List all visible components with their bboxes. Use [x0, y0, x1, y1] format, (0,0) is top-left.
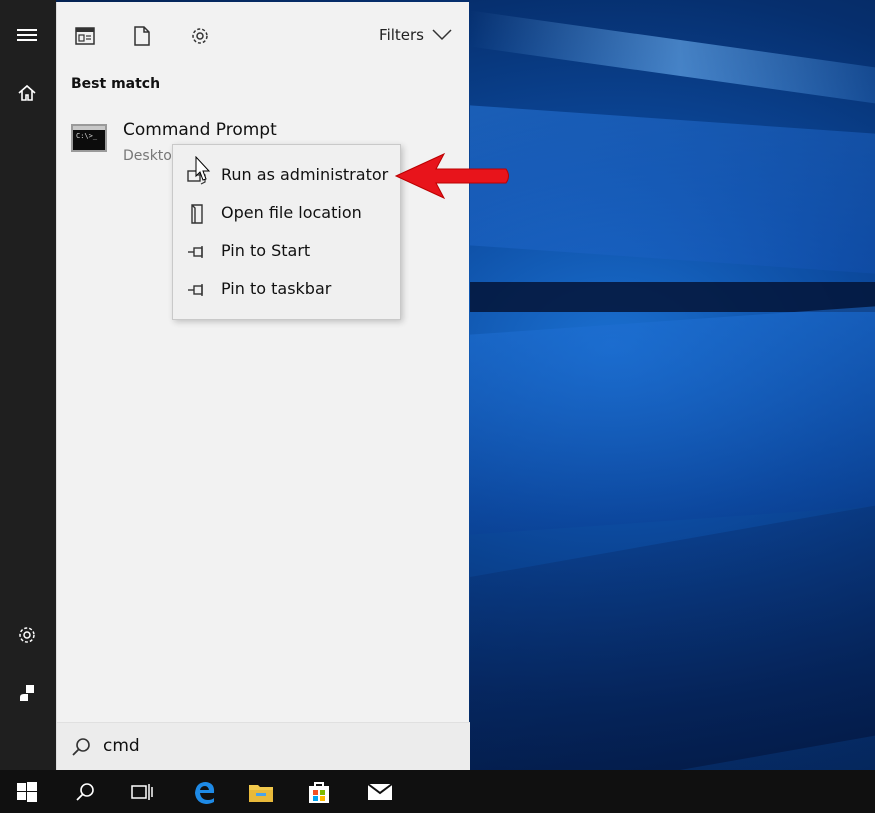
windows-start-icon[interactable] — [11, 776, 43, 808]
command-prompt-icon: C:\>_ — [71, 124, 107, 152]
mouse-cursor-icon — [195, 156, 211, 181]
user-icon[interactable] — [14, 680, 40, 706]
file-location-icon — [187, 204, 207, 224]
task-view-icon[interactable] — [126, 776, 158, 808]
store-icon[interactable] — [303, 776, 335, 808]
search-panel: Filters Best match C:\>_ Command Prompt … — [56, 2, 470, 770]
search-icon[interactable] — [69, 776, 101, 808]
result-subtitle: Deskto — [123, 148, 172, 164]
wallpaper-light-beam — [470, 305, 875, 535]
hamburger-icon[interactable] — [14, 22, 40, 48]
result-title: Command Prompt — [123, 120, 277, 140]
menu-item-label: Run as administrator — [221, 165, 389, 184]
home-icon[interactable] — [14, 80, 40, 106]
document-icon[interactable] — [130, 24, 154, 48]
wallpaper-light-beam — [470, 10, 875, 106]
edge-icon[interactable] — [188, 776, 220, 808]
pin-icon — [187, 280, 207, 300]
menu-item-pin-to-start[interactable]: Pin to Start — [173, 233, 400, 269]
wallpaper-light-beam — [470, 502, 875, 770]
annotation-arrow-icon — [394, 152, 509, 200]
menu-item-pin-to-taskbar[interactable]: Pin to taskbar — [173, 271, 400, 307]
wallpaper-light-beam — [470, 105, 875, 275]
mail-icon[interactable] — [364, 776, 396, 808]
search-input[interactable]: cmd — [103, 736, 140, 756]
search-icon — [71, 737, 91, 757]
chevron-down-icon — [432, 29, 452, 41]
menu-item-label: Pin to taskbar — [221, 279, 332, 298]
menu-item-label: Pin to Start — [221, 241, 311, 260]
start-rail — [0, 0, 56, 770]
file-explorer-icon[interactable] — [245, 776, 277, 808]
section-heading: Best match — [71, 76, 161, 92]
taskbar — [0, 770, 875, 813]
panel-toolbar: Filters — [57, 2, 470, 66]
wallpaper-light-beam — [470, 282, 875, 312]
settings-icon[interactable] — [188, 24, 212, 48]
pin-icon — [187, 242, 207, 262]
menu-item-label: Open file location — [221, 203, 362, 222]
apps-icon[interactable] — [73, 24, 97, 48]
filters-button[interactable]: Filters — [379, 26, 452, 44]
filters-label: Filters — [379, 26, 424, 44]
settings-icon[interactable] — [14, 622, 40, 648]
menu-item-open-file-location[interactable]: Open file location — [173, 195, 400, 231]
search-box[interactable]: cmd — [57, 722, 470, 770]
